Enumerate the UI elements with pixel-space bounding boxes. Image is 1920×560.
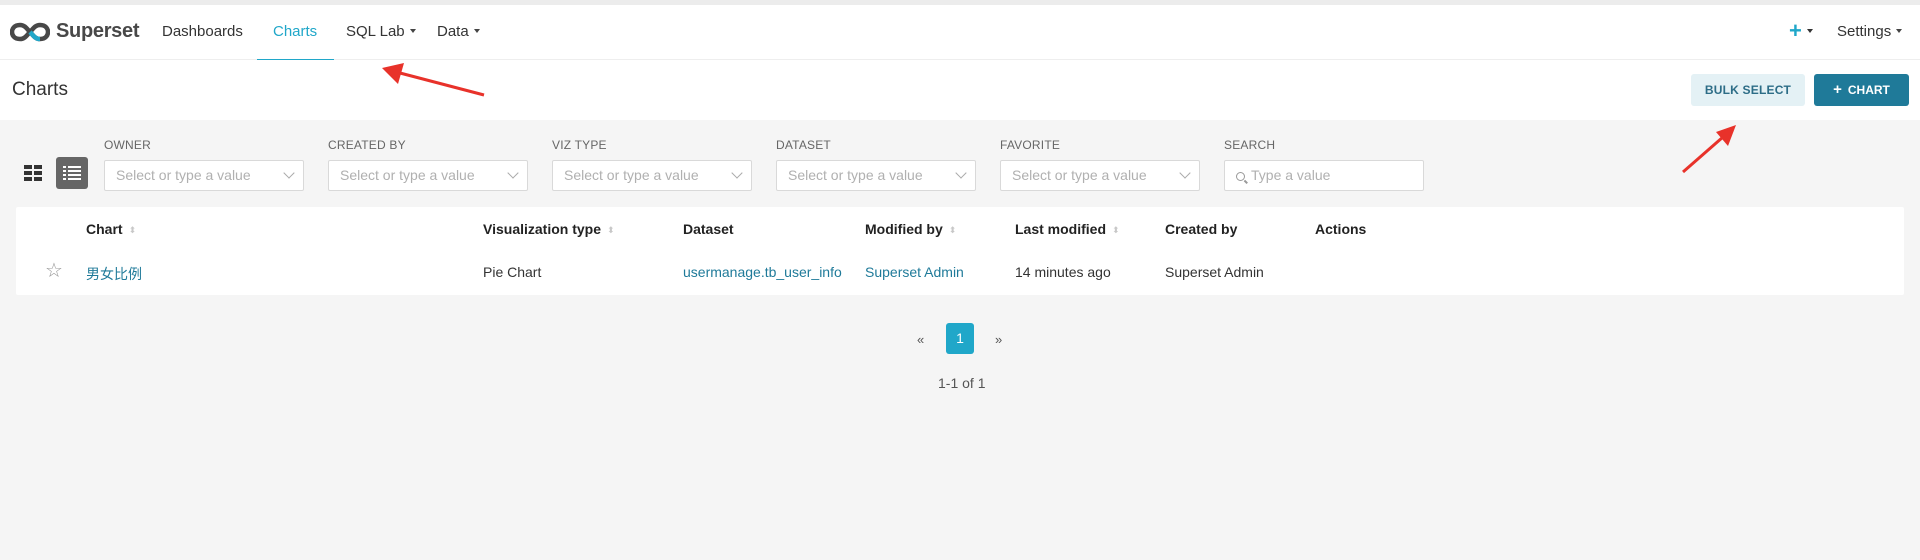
viz-type-select[interactable]: Select or type a value <box>552 160 752 191</box>
sort-icon: ⬍ <box>607 224 615 235</box>
filter-dataset: DATASET Select or type a value <box>776 138 976 191</box>
column-header-label: Dataset <box>683 221 734 237</box>
sort-icon: ⬍ <box>948 224 957 235</box>
add-chart-label: CHART <box>1847 83 1890 97</box>
select-placeholder: Select or type a value <box>1012 167 1147 183</box>
search-icon <box>1236 172 1245 181</box>
caret-down-icon <box>473 29 480 34</box>
filter-search: SEARCH Type a value <box>1224 138 1424 191</box>
chevron-down-icon <box>283 167 295 179</box>
filter-favorite: FAVORITE Select or type a value <box>1000 138 1200 191</box>
pagination-prev[interactable]: « <box>917 332 924 347</box>
new-item-menu[interactable]: + <box>1789 20 1813 42</box>
favorite-select[interactable]: Select or type a value <box>1000 160 1200 191</box>
pagination-summary: 1-1 of 1 <box>938 375 986 391</box>
select-placeholder: Select or type a value <box>340 167 475 183</box>
created-by-cell: Superset Admin <box>1165 264 1264 280</box>
caret-down-icon <box>1806 29 1813 34</box>
column-header-label: Created by <box>1165 221 1238 237</box>
nav-charts[interactable]: Charts <box>273 23 317 40</box>
column-header-actions: Actions <box>1315 221 1366 237</box>
created-by-select[interactable]: Select or type a value <box>328 160 528 191</box>
chevron-down-icon <box>507 167 519 179</box>
last-modified-cell: 14 minutes ago <box>1015 264 1111 280</box>
chevron-down-icon <box>731 167 743 179</box>
brand-name: Superset <box>56 20 140 42</box>
filter-viz-type: VIZ TYPE Select or type a value <box>552 138 752 191</box>
superset-logo[interactable]: Superset <box>10 20 139 43</box>
select-placeholder: Select or type a value <box>564 167 699 183</box>
favorite-star-icon[interactable]: ☆ <box>45 261 63 281</box>
sort-icon: ⬍ <box>128 224 137 235</box>
dataset-select[interactable]: Select or type a value <box>776 160 976 191</box>
settings-menu[interactable]: Settings <box>1837 23 1903 40</box>
filter-label: SEARCH <box>1224 138 1276 152</box>
grid-icon <box>24 165 42 181</box>
column-header-label: Last modified <box>1015 221 1107 237</box>
superset-logo-icon <box>10 22 50 41</box>
column-header-viz-type[interactable]: Visualization type ⬍ <box>483 221 615 237</box>
search-placeholder: Type a value <box>1251 167 1331 183</box>
pagination-next[interactable]: » <box>995 332 1002 347</box>
caret-down-icon <box>1896 29 1903 34</box>
card-view-toggle[interactable] <box>17 157 49 189</box>
bulk-select-button[interactable]: BULK SELECT <box>1691 74 1805 106</box>
settings-label: Settings <box>1837 23 1892 40</box>
owner-select[interactable]: Select or type a value <box>104 160 304 191</box>
select-placeholder: Select or type a value <box>116 167 251 183</box>
column-header-chart[interactable]: Chart ⬍ <box>86 221 136 237</box>
chevron-down-icon <box>1179 167 1191 179</box>
list-view-toggle[interactable] <box>56 157 88 189</box>
column-header-created-by: Created by <box>1165 221 1237 237</box>
filter-created-by: CREATED BY Select or type a value <box>328 138 528 191</box>
annotation-arrow <box>1682 125 1736 174</box>
column-header-label: Modified by <box>865 221 943 237</box>
modified-by-link[interactable]: Superset Admin <box>865 264 964 280</box>
column-header-last-modified[interactable]: Last modified ⬍ <box>1015 221 1120 237</box>
pagination-page-1[interactable]: 1 <box>946 323 974 354</box>
dataset-link[interactable]: usermanage.tb_user_info <box>683 264 842 280</box>
column-header-modified-by[interactable]: Modified by ⬍ <box>865 221 956 237</box>
column-header-label: Visualization type <box>483 221 601 237</box>
filter-owner: OWNER Select or type a value <box>104 138 304 191</box>
chevron-down-icon <box>955 167 967 179</box>
search-input[interactable]: Type a value <box>1224 160 1424 191</box>
chart-name-link[interactable]: 男女比例 <box>86 264 142 284</box>
nav-dashboards[interactable]: Dashboards <box>162 23 243 40</box>
charts-table: Chart ⬍ Visualization type ⬍ Dataset Modif… <box>16 207 1904 295</box>
column-header-label: Chart <box>86 221 123 237</box>
top-navbar: Superset Dashboards Charts SQL Lab Data … <box>0 0 1920 61</box>
nav-data[interactable]: Data <box>437 23 480 40</box>
caret-down-icon <box>409 29 416 34</box>
filter-label: CREATED BY <box>328 138 406 152</box>
column-header-label: Actions <box>1315 221 1367 237</box>
nav-data-label: Data <box>437 23 469 40</box>
page-title: Charts <box>12 79 68 100</box>
viz-type-cell: Pie Chart <box>483 264 542 280</box>
column-header-dataset: Dataset <box>683 221 734 237</box>
sort-icon: ⬍ <box>1112 224 1120 235</box>
add-chart-button[interactable]: + CHART <box>1814 74 1909 106</box>
page-header: Charts BULK SELECT + CHART <box>0 60 1920 120</box>
filter-label: DATASET <box>776 138 831 152</box>
filter-label: VIZ TYPE <box>552 138 607 152</box>
nav-sql-lab-label: SQL Lab <box>346 23 405 40</box>
select-placeholder: Select or type a value <box>788 167 923 183</box>
filter-label: OWNER <box>104 138 151 152</box>
plus-icon: + <box>1833 81 1842 98</box>
plus-icon: + <box>1789 18 1802 43</box>
nav-sql-lab[interactable]: SQL Lab <box>346 23 416 40</box>
list-icon <box>63 166 81 180</box>
filter-label: FAVORITE <box>1000 138 1061 152</box>
